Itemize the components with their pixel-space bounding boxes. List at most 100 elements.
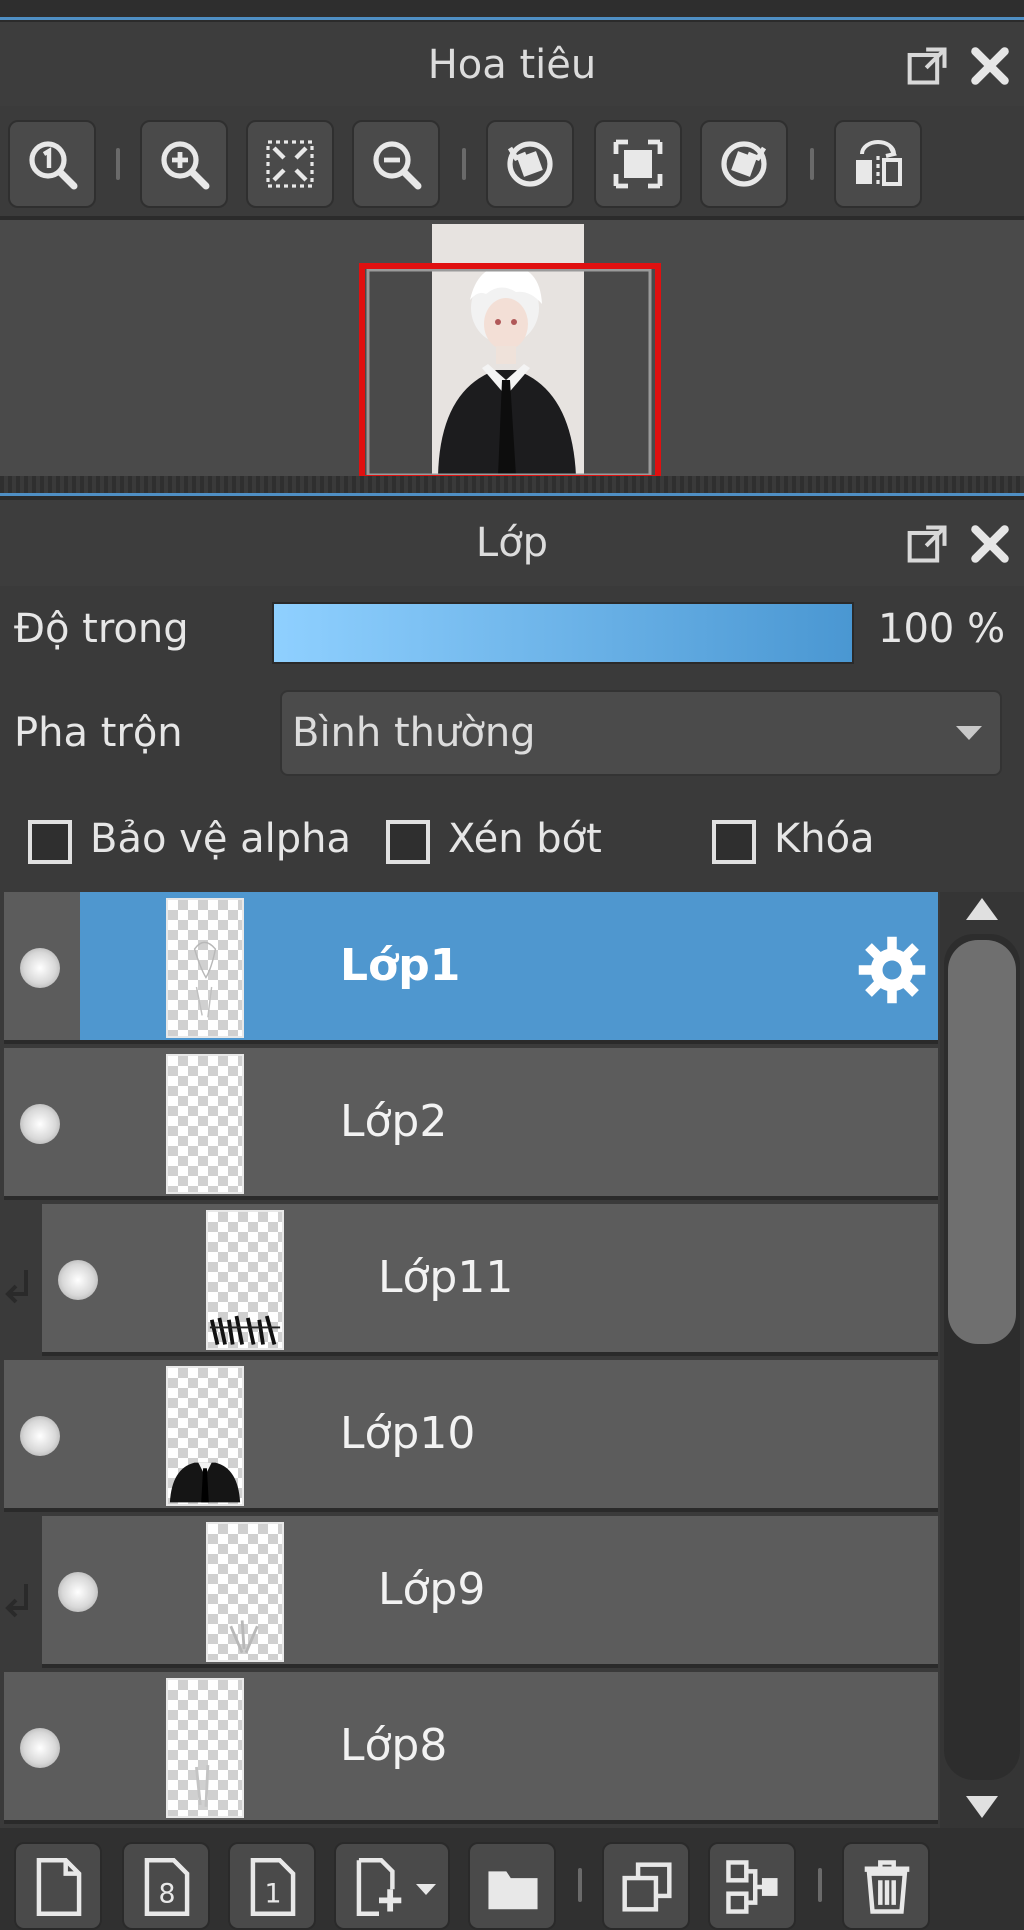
flip-horizontal-button[interactable] bbox=[834, 120, 922, 208]
new-folder-icon bbox=[488, 1871, 538, 1910]
layer-name: Lớp10 bbox=[340, 1408, 476, 1459]
new-8bit-layer-button[interactable]: 8 bbox=[122, 1842, 210, 1930]
layer-thumbnail bbox=[206, 1522, 284, 1662]
zoom-out-icon bbox=[373, 141, 422, 190]
scroll-thumb[interactable] bbox=[948, 940, 1016, 1344]
zoom-actual-size-button[interactable] bbox=[8, 120, 96, 208]
clipping-label: Xén bớt bbox=[448, 816, 602, 862]
rotate-left-icon bbox=[507, 141, 553, 187]
layer-thumbnail bbox=[166, 898, 244, 1038]
layer-name: Lớp8 bbox=[340, 1720, 448, 1771]
close-icon[interactable] bbox=[968, 522, 1012, 566]
navigator-preview[interactable] bbox=[0, 220, 1024, 476]
scroll-down-icon[interactable] bbox=[966, 1796, 998, 1818]
toolbar-separator bbox=[818, 1868, 822, 1902]
fit-screen-button[interactable] bbox=[594, 120, 682, 208]
blend-mode-select[interactable]: Bình thường bbox=[280, 690, 1002, 776]
rotate-left-button[interactable] bbox=[486, 120, 574, 208]
new-1bit-layer-button[interactable]: 1 bbox=[228, 1842, 316, 1930]
protect-alpha-checkbox[interactable] bbox=[28, 820, 72, 864]
layer-row[interactable]: Lớp2 bbox=[4, 1048, 938, 1200]
layer-name: Lớp1 bbox=[340, 940, 461, 991]
rotate-right-button[interactable] bbox=[700, 120, 788, 208]
protect-alpha-label: Bảo vệ alpha bbox=[90, 816, 352, 862]
lock-label: Khóa bbox=[774, 816, 875, 862]
new-layer-button[interactable] bbox=[14, 1842, 102, 1930]
clip-arrow-icon bbox=[5, 1270, 28, 1304]
visibility-toggle[interactable] bbox=[20, 948, 60, 988]
navigator-panel-header: Hoa tiêu bbox=[0, 22, 1024, 108]
layers-title: Lớp bbox=[475, 520, 549, 566]
duplicate-layer-icon bbox=[622, 1862, 672, 1912]
navigator-title: Hoa tiêu bbox=[427, 42, 597, 88]
rotate-right-icon bbox=[721, 141, 767, 187]
chevron-down-icon bbox=[416, 1884, 436, 1895]
new-1bit-layer-icon: 1 bbox=[250, 1858, 296, 1916]
fit-to-window-icon bbox=[266, 140, 314, 188]
visibility-toggle[interactable] bbox=[20, 1728, 60, 1768]
merge-down-button[interactable] bbox=[708, 1842, 796, 1930]
svg-text:1: 1 bbox=[264, 1879, 281, 1910]
new-8bit-layer-icon: 8 bbox=[144, 1858, 190, 1916]
blend-label: Pha trộn bbox=[14, 710, 183, 756]
clip-arrow-icon bbox=[5, 1584, 28, 1618]
gear-icon[interactable] bbox=[854, 932, 930, 1008]
zoom-in-button[interactable] bbox=[140, 120, 228, 208]
visibility-toggle[interactable] bbox=[58, 1260, 98, 1300]
visibility-toggle[interactable] bbox=[20, 1416, 60, 1456]
top-strip bbox=[0, 0, 1024, 20]
layer-scrollbar[interactable] bbox=[940, 892, 1024, 1828]
layer-row[interactable]: Lớp8 bbox=[4, 1672, 938, 1824]
close-icon[interactable] bbox=[968, 44, 1012, 88]
zoom-in-icon bbox=[161, 141, 210, 190]
canvas-thumbnail bbox=[359, 224, 661, 476]
layer-name: Lớp11 bbox=[378, 1252, 514, 1303]
layer-properties: Độ trong 100 % Pha trộn Bình thường Bảo … bbox=[0, 586, 1024, 892]
fit-to-window-button[interactable] bbox=[246, 120, 334, 208]
clipping-checkbox[interactable] bbox=[386, 820, 430, 864]
layer-row[interactable]: Lớp11 bbox=[42, 1204, 938, 1356]
toolbar-separator bbox=[462, 148, 466, 180]
layer-list: Lớp1 Lớp2 Lớp11 Lớp10 Lớp9 Lớp8 bbox=[0, 892, 940, 1828]
layer-thumbnail bbox=[166, 1054, 244, 1194]
scroll-up-icon[interactable] bbox=[966, 898, 998, 920]
toolbar-separator bbox=[578, 1868, 582, 1902]
opacity-slider[interactable] bbox=[272, 602, 854, 664]
layer-thumbnail bbox=[206, 1210, 284, 1350]
delete-layer-button[interactable] bbox=[842, 1842, 930, 1930]
layer-row[interactable]: Lớp1 bbox=[4, 892, 938, 1044]
add-layer-dropdown-icon bbox=[356, 1858, 402, 1916]
opacity-value: 100 % bbox=[878, 606, 1006, 652]
svg-text:8: 8 bbox=[158, 1879, 175, 1910]
navigator-toolbar bbox=[0, 106, 1024, 216]
fit-screen-icon bbox=[613, 139, 663, 189]
splitter[interactable] bbox=[0, 476, 1024, 496]
layer-row[interactable]: Lớp10 bbox=[4, 1360, 938, 1512]
visibility-toggle[interactable] bbox=[20, 1104, 60, 1144]
blend-mode-value: Bình thường bbox=[292, 710, 536, 756]
layer-name: Lớp9 bbox=[378, 1564, 486, 1615]
chevron-down-icon bbox=[956, 726, 982, 740]
layer-thumbnail bbox=[166, 1366, 244, 1506]
visibility-toggle[interactable] bbox=[58, 1572, 98, 1612]
layers-panel-header: Lớp bbox=[0, 500, 1024, 586]
undock-icon[interactable] bbox=[906, 44, 950, 88]
zoom-actual-size-icon bbox=[29, 141, 78, 190]
zoom-out-button[interactable] bbox=[352, 120, 440, 208]
toolbar-separator bbox=[116, 148, 120, 180]
opacity-label: Độ trong bbox=[14, 606, 189, 652]
new-layer-icon bbox=[36, 1858, 82, 1916]
layer-toolbar: 8 1 bbox=[0, 1828, 1024, 1930]
add-layer-dropdown-button[interactable] bbox=[334, 1842, 450, 1930]
lock-checkbox[interactable] bbox=[712, 820, 756, 864]
toolbar-separator bbox=[810, 148, 814, 180]
delete-layer-icon bbox=[864, 1860, 910, 1914]
layer-thumbnail bbox=[166, 1678, 244, 1818]
merge-down-icon bbox=[726, 1860, 778, 1914]
new-folder-button[interactable] bbox=[468, 1842, 556, 1930]
layer-name: Lớp2 bbox=[340, 1096, 448, 1147]
duplicate-layer-button[interactable] bbox=[602, 1842, 690, 1930]
undock-icon[interactable] bbox=[906, 522, 950, 566]
layer-row[interactable]: Lớp9 bbox=[42, 1516, 938, 1668]
flip-horizontal-icon bbox=[856, 140, 902, 188]
